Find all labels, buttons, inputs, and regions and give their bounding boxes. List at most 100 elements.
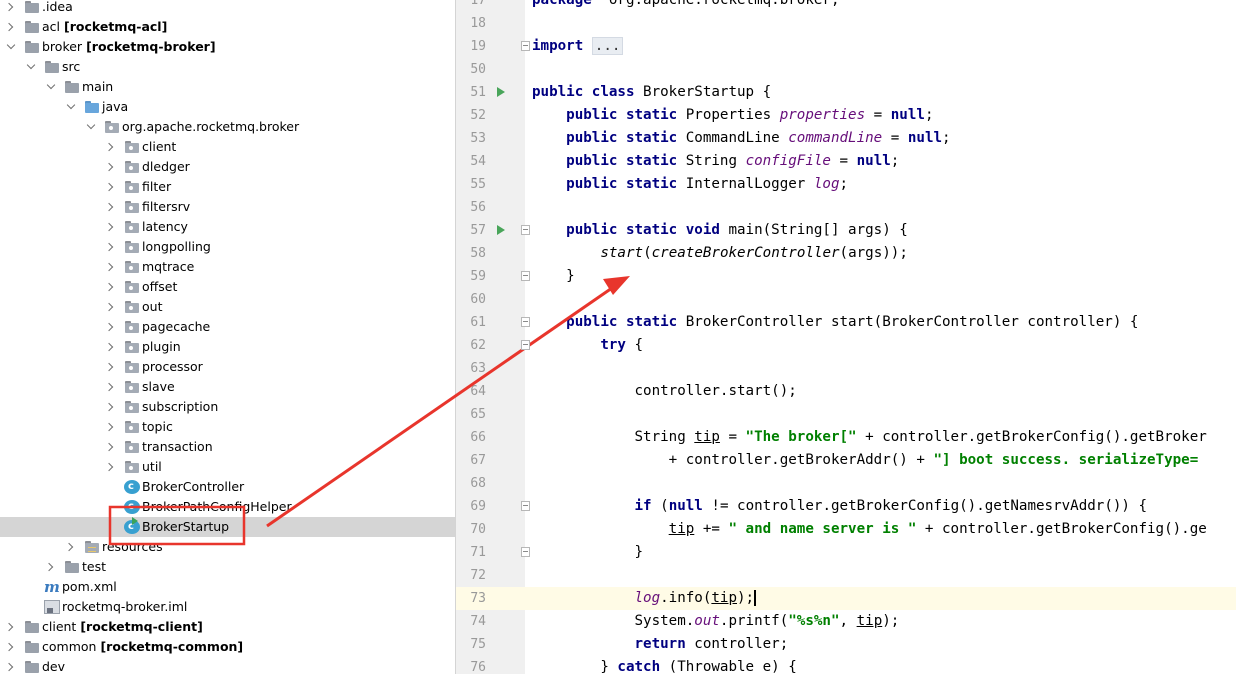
code-line[interactable]: [525, 564, 1236, 587]
chevron-down-icon[interactable]: [46, 77, 56, 97]
fold-toggle-icon[interactable]: [521, 547, 530, 557]
code-line[interactable]: [525, 58, 1236, 81]
tree-node[interactable]: offset: [0, 277, 455, 297]
chevron-right-icon[interactable]: [6, 0, 16, 17]
tree-node[interactable]: plugin: [0, 337, 455, 357]
code-line[interactable]: if (null != controller.getBrokerConfig()…: [525, 495, 1236, 518]
chevron-right-icon[interactable]: [106, 257, 116, 277]
fold-toggle-icon[interactable]: [521, 225, 530, 235]
code-line[interactable]: log.info(tip);: [525, 587, 1236, 610]
tree-node[interactable]: util: [0, 457, 455, 477]
code-line[interactable]: [525, 12, 1236, 35]
code-line[interactable]: [525, 472, 1236, 495]
code-line[interactable]: import ...: [525, 35, 1236, 58]
code-line[interactable]: public static BrokerController start(Bro…: [525, 311, 1236, 334]
chevron-right-icon[interactable]: [106, 177, 116, 197]
chevron-right-icon[interactable]: [6, 637, 16, 657]
code-line[interactable]: start(createBrokerController(args));: [525, 242, 1236, 265]
chevron-right-icon[interactable]: [106, 157, 116, 177]
tree-node[interactable]: filtersrv: [0, 197, 455, 217]
tree-node[interactable]: dev: [0, 657, 455, 674]
code-line[interactable]: System.out.printf("%s%n", tip);: [525, 610, 1236, 633]
tree-node[interactable]: acl [rocketmq-acl]: [0, 17, 455, 37]
tree-node[interactable]: filter: [0, 177, 455, 197]
chevron-right-icon[interactable]: [106, 237, 116, 257]
chevron-right-icon[interactable]: [106, 277, 116, 297]
code-line[interactable]: [525, 357, 1236, 380]
chevron-down-icon[interactable]: [26, 57, 36, 77]
chevron-right-icon[interactable]: [6, 17, 16, 37]
tree-node[interactable]: resources: [0, 537, 455, 557]
code-line[interactable]: public static void main(String[] args) {: [525, 219, 1236, 242]
tree-node[interactable]: c BrokerStartup: [0, 517, 455, 537]
tree-node[interactable]: pagecache: [0, 317, 455, 337]
chevron-right-icon[interactable]: [106, 457, 116, 477]
tree-node[interactable]: client: [0, 137, 455, 157]
code-line[interactable]: + controller.getBrokerAddr() + "] boot s…: [525, 449, 1236, 472]
chevron-right-icon[interactable]: [66, 537, 76, 557]
fold-toggle-icon[interactable]: [521, 501, 530, 511]
chevron-right-icon[interactable]: [106, 377, 116, 397]
chevron-down-icon[interactable]: [66, 97, 76, 117]
tree-node[interactable]: mqtrace: [0, 257, 455, 277]
chevron-right-icon[interactable]: [6, 657, 16, 674]
chevron-right-icon[interactable]: [106, 197, 116, 217]
chevron-right-icon[interactable]: [106, 137, 116, 157]
tree-node[interactable]: longpolling: [0, 237, 455, 257]
tree-node[interactable]: client [rocketmq-client]: [0, 617, 455, 637]
code-line[interactable]: try {: [525, 334, 1236, 357]
tree-node[interactable]: java: [0, 97, 455, 117]
code-line[interactable]: public static CommandLine commandLine = …: [525, 127, 1236, 150]
tree-node[interactable]: c BrokerController: [0, 477, 455, 497]
code-line[interactable]: package org.apache.rocketmq.broker;: [525, 0, 1236, 12]
code-line[interactable]: public class BrokerStartup {: [525, 81, 1236, 104]
code-line[interactable]: } catch (Throwable e) {: [525, 656, 1236, 674]
tree-node[interactable]: slave: [0, 377, 455, 397]
tree-node[interactable]: test: [0, 557, 455, 577]
tree-node[interactable]: common [rocketmq-common]: [0, 637, 455, 657]
chevron-right-icon[interactable]: [106, 417, 116, 437]
run-gutter-icon[interactable]: [497, 225, 505, 235]
chevron-right-icon[interactable]: [46, 557, 56, 577]
tree-node[interactable]: latency: [0, 217, 455, 237]
fold-toggle-icon[interactable]: [521, 271, 530, 281]
chevron-right-icon[interactable]: [106, 437, 116, 457]
chevron-down-icon[interactable]: [86, 117, 96, 137]
chevron-right-icon[interactable]: [106, 357, 116, 377]
code-line[interactable]: public static String configFile = null;: [525, 150, 1236, 173]
fold-toggle-icon[interactable]: [521, 317, 530, 327]
fold-toggle-icon[interactable]: [521, 41, 530, 51]
tree-node[interactable]: main: [0, 77, 455, 97]
chevron-right-icon[interactable]: [106, 397, 116, 417]
code-line[interactable]: }: [525, 541, 1236, 564]
tree-node[interactable]: broker [rocketmq-broker]: [0, 37, 455, 57]
tree-node[interactable]: processor: [0, 357, 455, 377]
code-line[interactable]: [525, 196, 1236, 219]
code-line[interactable]: return controller;: [525, 633, 1236, 656]
tree-node[interactable]: m pom.xml: [0, 577, 455, 597]
chevron-down-icon[interactable]: [6, 37, 16, 57]
chevron-right-icon[interactable]: [106, 317, 116, 337]
chevron-right-icon[interactable]: [106, 337, 116, 357]
code-line[interactable]: public static Properties properties = nu…: [525, 104, 1236, 127]
tree-node[interactable]: out: [0, 297, 455, 317]
tree-node[interactable]: src: [0, 57, 455, 77]
tree-node[interactable]: subscription: [0, 397, 455, 417]
code-line[interactable]: }: [525, 265, 1236, 288]
tree-node[interactable]: rocketmq-broker.iml: [0, 597, 455, 617]
tree-node[interactable]: org.apache.rocketmq.broker: [0, 117, 455, 137]
run-gutter-icon[interactable]: [497, 87, 505, 97]
chevron-right-icon[interactable]: [106, 217, 116, 237]
code-editor[interactable]: package org.apache.rocketmq.broker; impor…: [525, 0, 1236, 674]
tree-node[interactable]: topic: [0, 417, 455, 437]
code-line[interactable]: [525, 288, 1236, 311]
tree-node[interactable]: c BrokerPathConfigHelper: [0, 497, 455, 517]
code-line[interactable]: controller.start();: [525, 380, 1236, 403]
code-line[interactable]: public static InternalLogger log;: [525, 173, 1236, 196]
code-line[interactable]: tip += " and name server is " + controll…: [525, 518, 1236, 541]
fold-toggle-icon[interactable]: [521, 340, 530, 350]
code-line[interactable]: [525, 403, 1236, 426]
code-line[interactable]: String tip = "The broker[" + controller.…: [525, 426, 1236, 449]
chevron-right-icon[interactable]: [106, 297, 116, 317]
tree-node[interactable]: transaction: [0, 437, 455, 457]
